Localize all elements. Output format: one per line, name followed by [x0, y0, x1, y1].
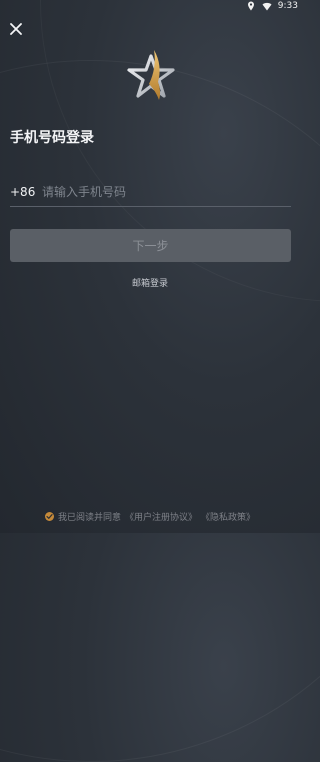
close-button[interactable]	[7, 20, 25, 38]
wifi-icon	[262, 2, 272, 11]
privacy-policy-link[interactable]: 《隐私政策》	[201, 510, 255, 523]
phone-input[interactable]	[42, 185, 291, 199]
status-time: 9:33	[277, 1, 298, 11]
page-title: 手机号码登录	[10, 130, 94, 146]
location-pin-icon	[247, 1, 254, 11]
next-button[interactable]: 下一步	[10, 229, 291, 262]
close-icon	[10, 23, 22, 35]
user-agreement-link[interactable]: 《用户注册协议》	[125, 510, 197, 523]
check-icon	[46, 514, 53, 520]
country-code-selector[interactable]: +86	[10, 185, 42, 199]
star-logo-icon	[127, 50, 175, 100]
email-login-link[interactable]: 邮箱登录	[0, 276, 300, 289]
status-bar: 9:33	[0, 0, 300, 12]
agreement-checkbox[interactable]	[44, 512, 54, 521]
phone-row: +86	[10, 178, 291, 207]
agreement-row: 我已阅读并同意 《用户注册协议》 《隐私政策》	[0, 510, 300, 523]
agreement-prefix: 我已阅读并同意	[57, 513, 121, 523]
